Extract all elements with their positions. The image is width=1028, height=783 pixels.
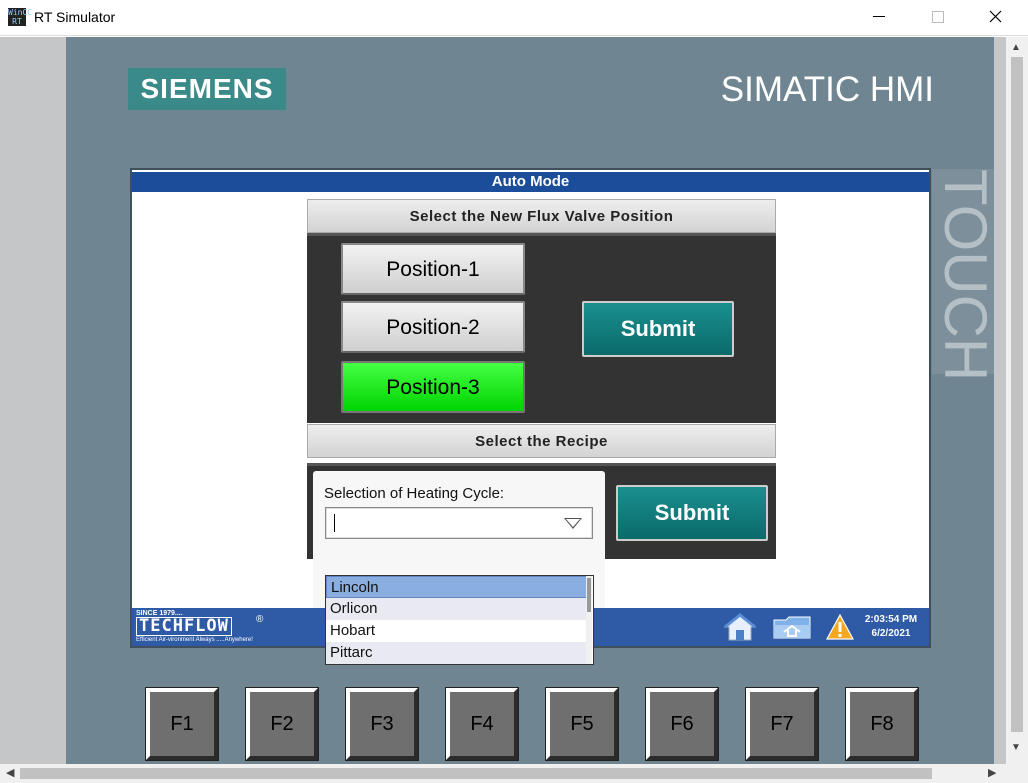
- simulator-client-area: SIEMENS SIMATIC HMI TOUCH Auto Mode Sele…: [0, 37, 1006, 764]
- dropdown-option-orlicon[interactable]: Orlicon: [326, 598, 587, 620]
- dropdown-scrollbar[interactable]: [586, 576, 592, 664]
- minimize-button[interactable]: [856, 0, 902, 34]
- position-3-button[interactable]: Position-3: [341, 361, 525, 413]
- close-icon: [989, 10, 1002, 23]
- dropdown-option-hobart[interactable]: Hobart: [326, 620, 587, 642]
- vertical-scroll-thumb[interactable]: [1011, 57, 1023, 732]
- close-button[interactable]: [972, 0, 1018, 34]
- recipe-section-title: Select the Recipe: [307, 424, 776, 458]
- scroll-right-icon[interactable]: ▶: [988, 766, 996, 779]
- touch-side-label: TOUCH: [932, 169, 999, 381]
- simatic-hmi-label: SIMATIC HMI: [720, 70, 934, 109]
- position-2-button[interactable]: Position-2: [341, 301, 525, 353]
- function-key-f8[interactable]: F8: [846, 688, 918, 760]
- function-key-f6[interactable]: F6: [646, 688, 718, 760]
- window-titlebar: WinCC RT RT Simulator: [0, 0, 1028, 36]
- recipe-submit-button[interactable]: Submit: [616, 485, 768, 541]
- home-icon[interactable]: [722, 612, 758, 642]
- logo-name: TECHFLOW: [136, 617, 232, 636]
- hmi-device: SIEMENS SIMATIC HMI TOUCH Auto Mode Sele…: [66, 37, 999, 764]
- logo-tagline: Efficient Air-vironment Always .....Anyw…: [136, 637, 253, 643]
- app-icon: WinCC RT: [8, 8, 33, 26]
- horizontal-scrollbar[interactable]: ◀ ▶: [0, 764, 1006, 783]
- date-time-display: 2:03:54 PM 6/2/2021: [856, 613, 926, 641]
- heating-cycle-dropdown: Lincoln Orlicon Hobart Pittarc: [325, 575, 594, 665]
- chevron-down-icon[interactable]: [564, 518, 582, 529]
- recipe-panel: Selection of Heating Cycle: Submit: [307, 463, 776, 631]
- window-title: RT Simulator: [34, 9, 116, 25]
- scroll-down-icon[interactable]: ▼: [1011, 742, 1021, 753]
- function-key-f2[interactable]: F2: [246, 688, 318, 760]
- horizontal-scroll-thumb[interactable]: [20, 768, 932, 779]
- dropdown-scroll-thumb[interactable]: [587, 578, 591, 612]
- screen-title: Auto Mode: [132, 172, 929, 192]
- date-display: 6/2/2021: [871, 628, 911, 639]
- vertical-scrollbar[interactable]: ▲ ▼: [1006, 37, 1028, 764]
- folder-icon[interactable]: [772, 612, 811, 642]
- logo-registered-mark: ®: [256, 614, 264, 625]
- hmi-screen: Auto Mode Select the New Flux Valve Posi…: [130, 168, 931, 665]
- heating-cycle-label: Selection of Heating Cycle:: [324, 485, 505, 502]
- time-display: 2:03:54 PM: [864, 614, 918, 625]
- function-key-f7[interactable]: F7: [746, 688, 818, 760]
- dropdown-option-pittarc[interactable]: Pittarc: [326, 642, 587, 664]
- scroll-left-icon[interactable]: ◀: [6, 766, 14, 779]
- maximize-button[interactable]: [914, 0, 960, 34]
- flux-submit-button[interactable]: Submit: [582, 301, 734, 357]
- techflow-logo: SINCE 1979.... TECHFLOW ® Efficient Air-…: [134, 610, 266, 644]
- scroll-up-icon[interactable]: ▲: [1011, 42, 1021, 53]
- flux-valve-section-title: Select the New Flux Valve Position: [307, 199, 776, 233]
- function-key-f3[interactable]: F3: [346, 688, 418, 760]
- flux-valve-panel: Position-1 Position-2 Position-3 Submit: [307, 233, 776, 423]
- siemens-logo: SIEMENS: [128, 68, 286, 110]
- text-cursor: [334, 514, 335, 532]
- dropdown-option-lincoln[interactable]: Lincoln: [326, 576, 587, 598]
- position-1-button[interactable]: Position-1: [341, 243, 525, 295]
- function-key-f4[interactable]: F4: [446, 688, 518, 760]
- function-key-f1[interactable]: F1: [146, 688, 218, 760]
- heating-cycle-select[interactable]: [325, 507, 593, 539]
- function-key-f5[interactable]: F5: [546, 688, 618, 760]
- touch-text: TOUCH: [932, 169, 999, 382]
- scrollbar-corner: [1006, 764, 1028, 783]
